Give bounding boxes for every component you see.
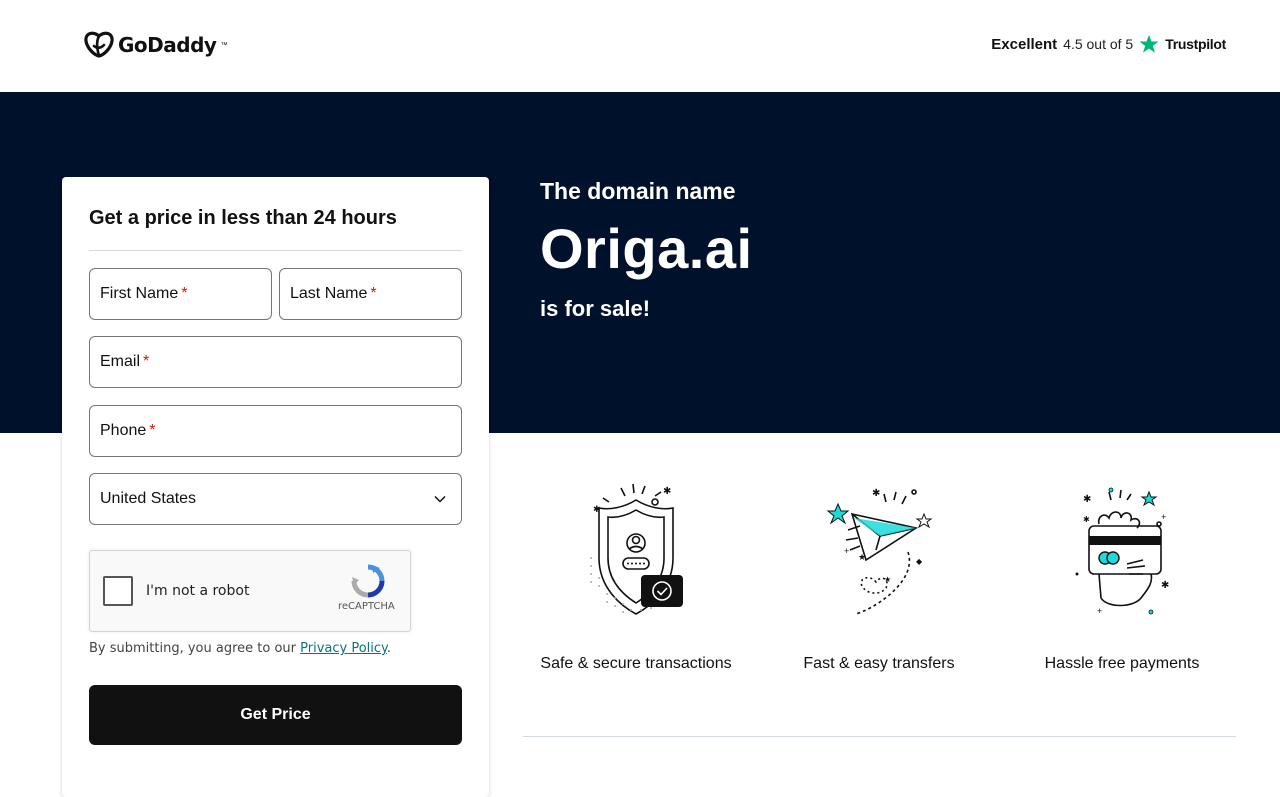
svg-text:✱: ✱: [872, 488, 880, 499]
form-title: Get a price in less than 24 hours: [89, 207, 397, 229]
required-marker: *: [143, 353, 150, 370]
recaptcha-checkbox[interactable]: [103, 576, 133, 606]
svg-text:★: ★: [858, 552, 866, 562]
country-selected-value: United States: [100, 490, 197, 507]
country-select[interactable]: United States: [89, 473, 462, 525]
shield-icon: ✱ ✱: [590, 483, 683, 615]
consent-text: By submitting, you agree to our Privacy …: [89, 641, 391, 656]
hero-pre-title: The domain name: [540, 178, 736, 204]
svg-text:✱: ✱: [593, 504, 601, 514]
trademark-mark: ™: [220, 41, 228, 49]
paper-plane-icon: ✱ ★ ★ ◆ +: [826, 488, 933, 615]
godaddy-logo-icon: [84, 31, 114, 58]
first-name-label: First Name: [100, 285, 179, 302]
trustpilot-star-icon: [1139, 34, 1159, 53]
feature-fast-easy: ✱ ★ ★ ◆ + Fast & easy transfers: [759, 478, 999, 678]
card-hand-icon: ✱ ✱ ✱ + +: [1075, 487, 1169, 616]
godaddy-logo[interactable]: GoDaddy ™: [84, 31, 227, 59]
feature-hassle-free: ✱ ✱ ✱ + + Hassle free payments: [1002, 478, 1242, 678]
privacy-policy-link[interactable]: Privacy Policy: [300, 641, 387, 656]
domain-name: Origa.ai: [540, 217, 753, 280]
svg-text:✱: ✱: [1083, 515, 1090, 524]
feature-label: Hassle free payments: [1044, 655, 1200, 672]
svg-text:★: ★: [884, 575, 891, 584]
svg-text:◆: ◆: [916, 557, 923, 566]
svg-text:+: +: [1161, 512, 1166, 522]
consent-prefix: By submitting, you agree to our: [89, 641, 301, 656]
email-field[interactable]: Email *: [89, 336, 462, 388]
required-marker: *: [370, 285, 377, 302]
phone-label: Phone: [100, 422, 147, 439]
svg-text:✱: ✱: [1083, 494, 1091, 505]
required-marker: *: [149, 422, 156, 439]
svg-text:✱: ✱: [663, 486, 671, 497]
first-name-field[interactable]: First Name *: [89, 268, 272, 320]
chevron-down-icon: [434, 495, 446, 503]
feature-label: Safe & secure transactions: [540, 655, 732, 672]
phone-field[interactable]: Phone *: [89, 405, 462, 457]
recaptcha-logo-icon[interactable]: [350, 563, 386, 599]
recaptcha-brand: reCAPTCHA: [338, 601, 395, 612]
site-header: GoDaddy ™ Excellent 4.5 out of 5 Trustpi…: [0, 0, 1280, 92]
last-name-label: Last Name: [290, 285, 368, 302]
logo-text: GoDaddy: [118, 33, 217, 57]
section-divider: [523, 736, 1236, 737]
rating-score: 4.5 out of 5: [1063, 36, 1134, 52]
email-label: Email: [100, 353, 141, 370]
required-marker: *: [181, 285, 188, 302]
price-request-form: Get a price in less than 24 hours First …: [62, 177, 489, 797]
svg-text:+: +: [844, 546, 849, 556]
recaptcha-widget: I'm not a robot reCAPTCHA: [89, 550, 411, 632]
get-price-button[interactable]: Get Price: [89, 685, 462, 745]
trustpilot-name: Trustpilot: [1165, 36, 1226, 52]
rating-label: Excellent: [991, 35, 1058, 53]
trustpilot-rating[interactable]: Excellent 4.5 out of 5 Trustpilot: [991, 34, 1226, 54]
svg-text:+: +: [1097, 606, 1102, 616]
consent-suffix: .: [386, 641, 392, 656]
form-divider: [89, 250, 462, 251]
svg-text:✱: ✱: [1161, 580, 1169, 591]
last-name-field[interactable]: Last Name *: [279, 268, 462, 320]
recaptcha-label: I'm not a robot: [146, 583, 250, 599]
feature-label: Fast & easy transfers: [803, 655, 955, 672]
feature-safe-secure: ✱ ✱ Safe & secure transactions: [516, 478, 756, 678]
hero-post-title: is for sale!: [540, 296, 651, 321]
